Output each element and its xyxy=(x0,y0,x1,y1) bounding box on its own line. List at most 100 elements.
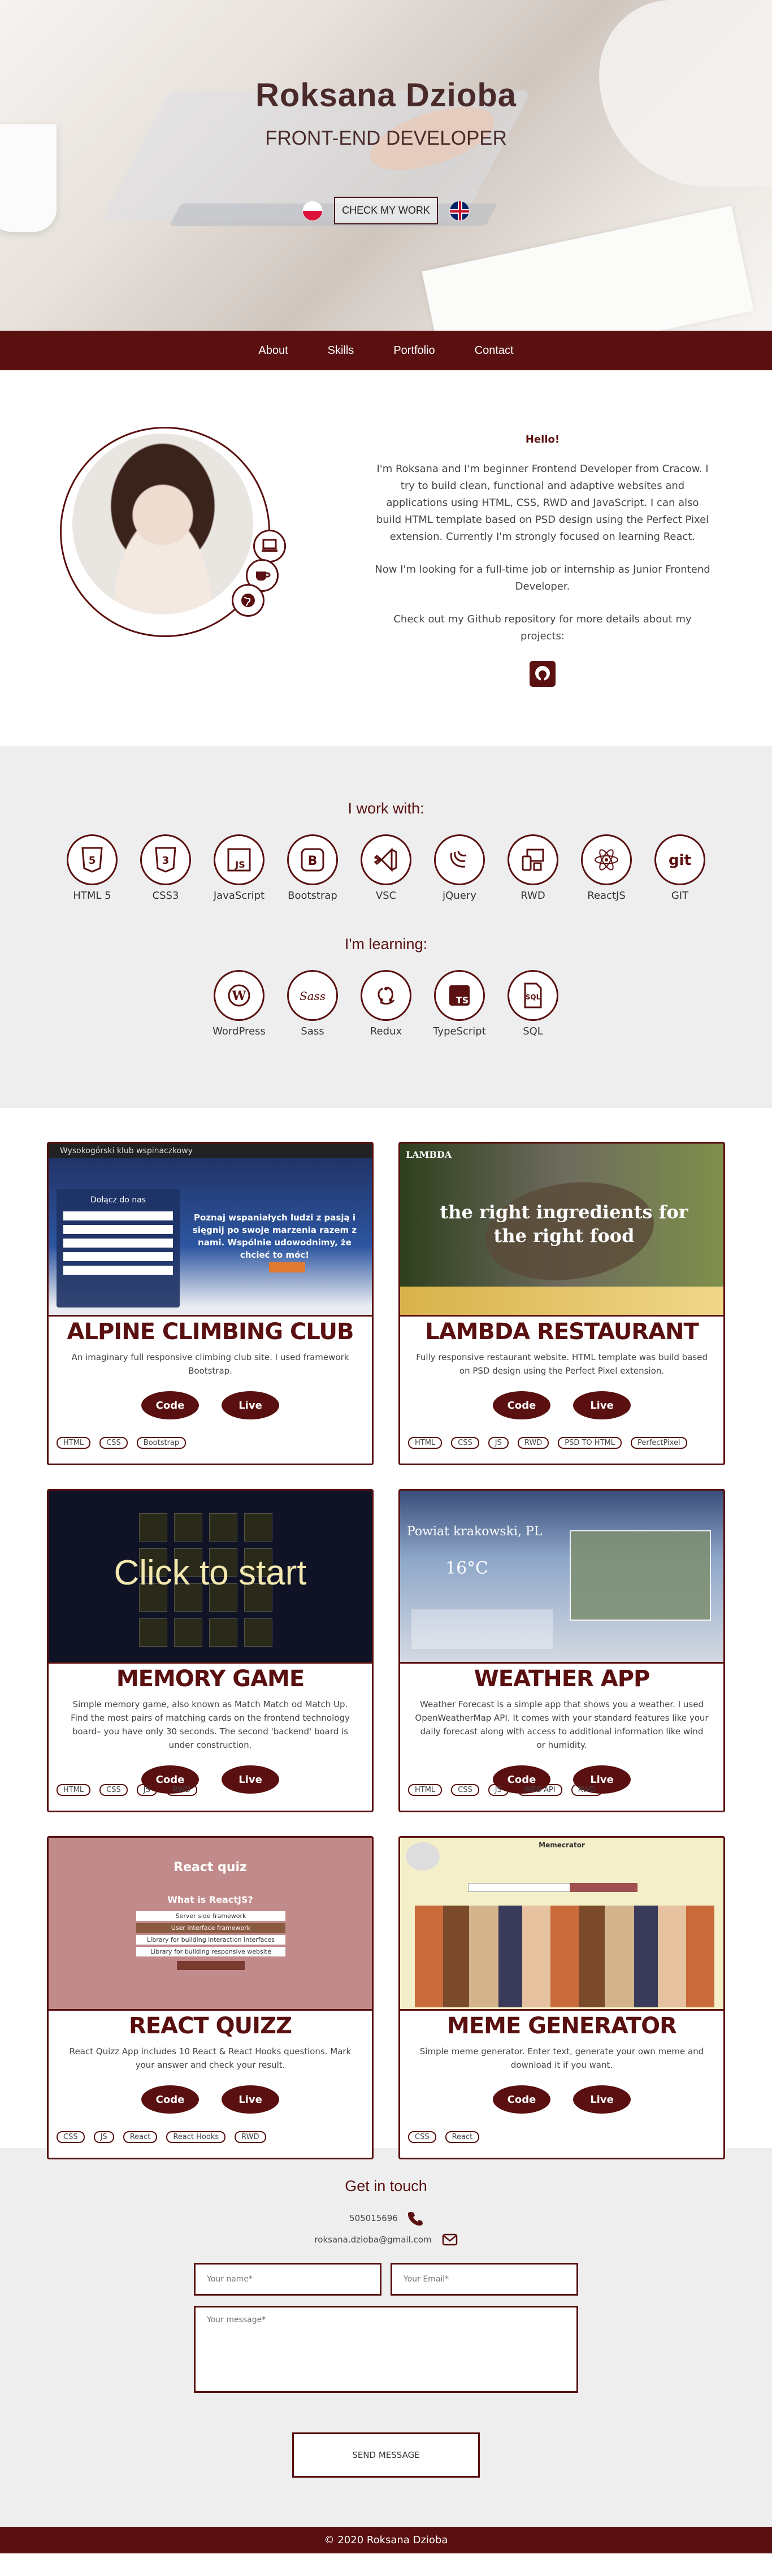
project-desc: Simple memory game, also known as Match … xyxy=(71,1699,350,1750)
live-button[interactable]: Live xyxy=(222,1765,279,1794)
project-title: REACT QUIZZ xyxy=(128,2013,292,2039)
contact-form xyxy=(194,2263,578,2395)
project-tags: HTML CSS JS RWD xyxy=(57,1784,198,1796)
project-card-alpine: Wysokogórski klub wspinaczkowy Dołącz do… xyxy=(47,1142,374,1465)
skill-label: WordPress xyxy=(212,1025,266,1037)
react-icon xyxy=(581,834,632,885)
project-card-weather: Powiat krakowski, PL 16°C WEATHER APP We… xyxy=(398,1489,725,1812)
skill-label: ReactJS xyxy=(587,890,626,902)
meme-title: Memecrator xyxy=(539,1841,585,1849)
message-input[interactable] xyxy=(194,2306,578,2393)
tag: JS xyxy=(136,1784,157,1796)
skill-vsc: VSC xyxy=(358,834,414,902)
about-text: Hello! I'm Roksana and I'm beginner Fron… xyxy=(373,431,712,692)
project-tags: HTML CSS JS RWD PSD TO HTML PerfectPixel xyxy=(408,1437,687,1449)
quiz-answer: Library for building interaction interfa… xyxy=(136,1935,285,1945)
email-input[interactable] xyxy=(391,2263,578,2296)
code-button[interactable]: Code xyxy=(141,1391,199,1419)
globe-icon xyxy=(232,584,264,617)
svg-text:3: 3 xyxy=(162,855,170,867)
quiz-answer: Server side framework xyxy=(136,1911,285,1921)
project-card-memory: Click to start MEMORY GAME Simple memory… xyxy=(47,1489,374,1812)
tag: RWD xyxy=(235,2131,266,2143)
code-button[interactable]: Code xyxy=(493,2085,550,2114)
live-button[interactable]: Live xyxy=(573,1391,631,1419)
rwd-icon xyxy=(508,834,558,885)
hero: Roksana Dzioba FRONT-END DEVELOPER CHECK… xyxy=(0,0,772,331)
tag: JS xyxy=(93,2131,114,2143)
project-desc: Weather Forecast is a simple app that sh… xyxy=(415,1699,709,1750)
skill-rwd: RWD xyxy=(505,834,561,902)
live-button[interactable]: Live xyxy=(222,2085,279,2114)
lambda-brand: LAMBDA xyxy=(406,1149,452,1160)
nav-skills[interactable]: Skills xyxy=(328,344,354,357)
redux-icon xyxy=(361,970,411,1021)
name-input[interactable] xyxy=(194,2263,381,2296)
bootstrap-icon: B xyxy=(287,834,338,885)
live-button[interactable]: Live xyxy=(573,2085,631,2114)
about-section: Hello! I'm Roksana and I'm beginner Fron… xyxy=(0,370,772,746)
javascript-icon: JS xyxy=(214,834,264,885)
skill-typescript: TS TypeScript xyxy=(431,970,488,1037)
about-hello: Hello! xyxy=(525,434,560,445)
skill-label: Redux xyxy=(370,1025,402,1037)
tag: PerfectPixel xyxy=(630,1437,687,1449)
svg-text:W: W xyxy=(232,989,246,1003)
skill-jquery: jQuery xyxy=(431,834,488,902)
nav-about[interactable]: About xyxy=(258,344,288,357)
send-message-button[interactable]: SEND MESSAGE xyxy=(292,2432,480,2478)
project-buttons: Code Live xyxy=(400,1391,723,1419)
tag: CSS xyxy=(451,1784,479,1796)
skill-label: jQuery xyxy=(443,890,476,902)
check-my-work-button[interactable]: CHECK MY WORK xyxy=(334,197,438,224)
project-screenshot[interactable]: Memecrator xyxy=(400,1838,723,2011)
skill-sass: Sass Sass xyxy=(284,970,341,1037)
github-icon[interactable] xyxy=(530,661,556,687)
code-button[interactable]: Code xyxy=(493,1391,550,1419)
climb-form: Dołącz do nas xyxy=(57,1189,180,1308)
css3-icon: 3 xyxy=(140,834,191,885)
project-buttons: Code Live xyxy=(400,2085,723,2114)
skill-label: HTML 5 xyxy=(73,890,111,902)
tag: Bootstrap xyxy=(136,1437,187,1449)
laptop-icon xyxy=(253,530,286,562)
avatar xyxy=(72,434,253,614)
project-tags: HTML CSS Bootstrap xyxy=(57,1437,187,1449)
about-intro: I'm Roksana and I'm beginner Frontend De… xyxy=(376,463,709,543)
polish-flag-icon[interactable] xyxy=(302,200,323,221)
memory-start-text: Click to start xyxy=(114,1553,307,1592)
about-looking: Now I'm looking for a full-time job or i… xyxy=(375,564,710,592)
weather-city: Powiat krakowski, PL xyxy=(407,1525,543,1539)
tag: CSS xyxy=(57,2131,85,2143)
project-screenshot[interactable]: Click to start xyxy=(49,1491,372,1664)
project-screenshot[interactable]: LAMBDA the right ingredients for the rig… xyxy=(400,1144,723,1317)
code-button[interactable]: Code xyxy=(141,2085,199,2114)
skill-bootstrap: B Bootstrap xyxy=(284,834,341,902)
skill-git: git GIT xyxy=(652,834,708,902)
nav-contact[interactable]: Contact xyxy=(475,344,514,357)
project-card-lambda: LAMBDA the right ingredients for the rig… xyxy=(398,1142,725,1465)
project-title: ALPINE CLIMBING CLUB xyxy=(67,1319,354,1345)
tag: HTML xyxy=(57,1784,91,1796)
climb-text: Poznaj wspaniałych ludzi z pasją i sięgn… xyxy=(192,1213,357,1260)
vscode-icon xyxy=(361,834,411,885)
lambda-text: the right ingredients for the right food xyxy=(440,1201,688,1246)
project-screenshot[interactable]: React quiz What is ReactJS? Server side … xyxy=(49,1838,372,2011)
live-button[interactable]: Live xyxy=(222,1391,279,1419)
work-skills-row: 5 HTML 5 3 CSS3 JS JavaScript B Bootstrap VS… xyxy=(0,834,772,902)
svg-text:5: 5 xyxy=(89,855,96,867)
project-screenshot[interactable]: Wysokogórski klub wspinaczkowy Dołącz do… xyxy=(49,1144,372,1317)
wordpress-icon: W xyxy=(214,970,264,1021)
email-address: roksana.dzioba@gmail.com xyxy=(314,2235,432,2245)
portfolio-section: Wysokogórski klub wspinaczkowy Dołącz do… xyxy=(0,1108,772,2159)
tag: React xyxy=(445,2131,480,2143)
skill-label: Sass xyxy=(301,1025,324,1037)
jquery-icon xyxy=(434,834,485,885)
nav-portfolio[interactable]: Portfolio xyxy=(393,344,435,357)
hero-actions: CHECK MY WORK xyxy=(0,197,772,224)
english-flag-icon[interactable] xyxy=(449,200,470,221)
skills-section: I work with: 5 HTML 5 3 CSS3 JS JavaScript … xyxy=(0,746,772,1108)
skill-html5: 5 HTML 5 xyxy=(64,834,120,902)
project-screenshot[interactable]: Powiat krakowski, PL 16°C xyxy=(400,1491,723,1664)
climb-join: Dołącz do nas xyxy=(90,1196,146,1205)
